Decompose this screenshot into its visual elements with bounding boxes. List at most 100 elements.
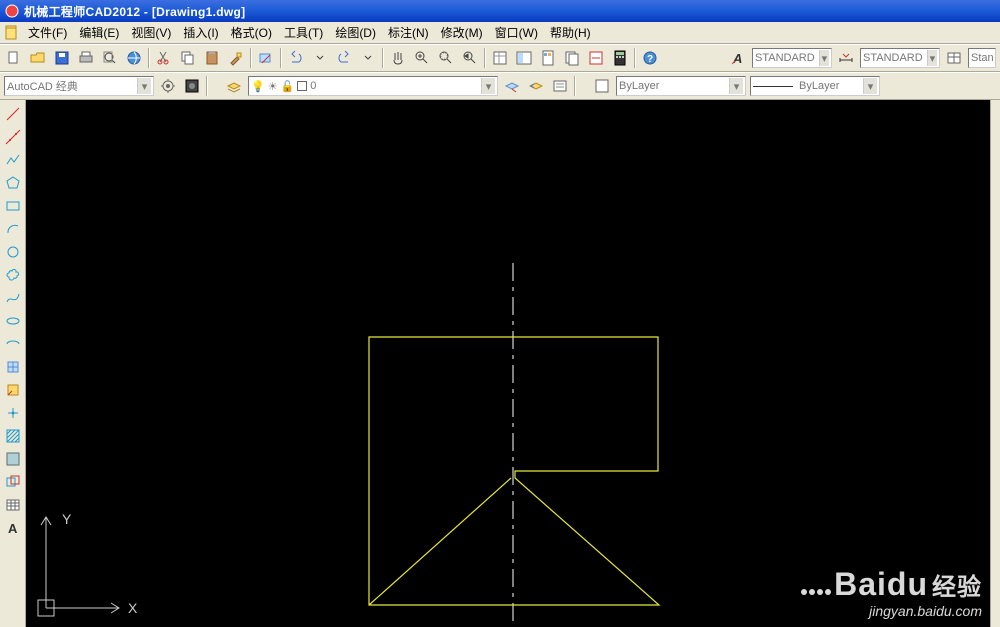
block-tool[interactable] <box>2 379 24 401</box>
color-combo[interactable]: ByLayer▾ <box>616 76 746 96</box>
arc-tool[interactable] <box>2 218 24 240</box>
app-icon <box>4 3 20 19</box>
menu-view[interactable]: 视图(V) <box>125 22 177 43</box>
menu-help[interactable]: 帮助(H) <box>544 22 597 43</box>
menu-dim[interactable]: 标注(N) <box>382 22 435 43</box>
spline-tool[interactable] <box>2 287 24 309</box>
circle-tool[interactable] <box>2 241 24 263</box>
drawing-diagonal <box>369 478 511 605</box>
titlebar-text: 机械工程师CAD2012 - [Drawing1.dwg] <box>24 3 245 20</box>
drawing-polyline <box>369 337 659 605</box>
layermatch-button[interactable] <box>501 75 523 97</box>
cut-button[interactable] <box>153 47 175 69</box>
menu-format[interactable]: 格式(O) <box>225 22 278 43</box>
region-tool[interactable] <box>2 471 24 493</box>
separator <box>484 48 486 68</box>
ellipse-tool[interactable] <box>2 310 24 332</box>
workspace-combo[interactable]: AutoCAD 经典▾ <box>4 76 154 96</box>
gradient-tool[interactable] <box>2 448 24 470</box>
insert-tool[interactable] <box>2 356 24 378</box>
revcloud-tool[interactable] <box>2 264 24 286</box>
sheetset-button[interactable] <box>561 47 583 69</box>
preview-button[interactable] <box>99 47 121 69</box>
drawing-svg: Y X <box>26 100 990 627</box>
model-canvas[interactable]: Y X Baidu 经验 jingyan.baidu.com <box>26 100 990 627</box>
lock-icon: 🔓 <box>281 80 295 93</box>
layerstate-button[interactable] <box>549 75 571 97</box>
hatch-tool[interactable] <box>2 425 24 447</box>
menu-insert[interactable]: 插入(I) <box>177 22 224 43</box>
rectangle-tool[interactable] <box>2 195 24 217</box>
matchprop-button[interactable] <box>225 47 247 69</box>
doc-icon <box>4 25 20 41</box>
linetype-combo[interactable]: ByLayer ▾ <box>750 76 880 96</box>
textstyle-icon[interactable]: A <box>727 47 749 69</box>
layer-combo[interactable]: 💡 ☀ 🔓 0 ▾ <box>248 76 498 96</box>
quickcalc-button[interactable] <box>609 47 631 69</box>
separator <box>634 48 636 68</box>
undo-dropdown[interactable] <box>309 47 331 69</box>
ellipsearc-tool[interactable] <box>2 333 24 355</box>
menu-draw[interactable]: 绘图(D) <box>329 22 382 43</box>
textstyle-value: STANDARD <box>755 52 815 64</box>
ucs-icon <box>38 517 119 616</box>
menu-modify[interactable]: 修改(M) <box>435 22 489 43</box>
properties-button[interactable] <box>489 47 511 69</box>
separator <box>280 48 282 68</box>
menu-edit[interactable]: 编辑(E) <box>73 22 125 43</box>
tablestyle-icon[interactable] <box>943 47 965 69</box>
mtext-tool[interactable]: A <box>2 517 24 539</box>
workspace-lock-icon[interactable] <box>181 75 203 97</box>
workspace-value: AutoCAD 经典 <box>7 78 78 94</box>
xline-tool[interactable] <box>2 126 24 148</box>
textstyle-combo[interactable]: STANDARD▾ <box>752 48 832 68</box>
zoom-prev-button[interactable] <box>459 47 481 69</box>
designcenter-button[interactable] <box>513 47 535 69</box>
tablestyle-combo[interactable]: Stan <box>968 48 996 68</box>
color-swatch <box>297 81 307 91</box>
layer-name: 0 <box>310 80 316 92</box>
sun-icon: ☀ <box>268 80 278 93</box>
save-button[interactable] <box>51 47 73 69</box>
point-tool[interactable] <box>2 402 24 424</box>
toolbar-layers: AutoCAD 经典▾ 💡 ☀ 🔓 0 ▾ ByLayer▾ ByLayer ▾ <box>0 72 1000 100</box>
workspace-settings-icon[interactable] <box>157 75 179 97</box>
menu-window[interactable]: 窗口(W) <box>489 22 544 43</box>
help-button[interactable]: ? <box>639 47 661 69</box>
toolpalettes-button[interactable] <box>537 47 559 69</box>
color-value: ByLayer <box>619 80 659 92</box>
redo-dropdown[interactable] <box>357 47 379 69</box>
bylayer-checkbox[interactable] <box>591 75 613 97</box>
blockedit-button[interactable] <box>255 47 277 69</box>
dimstyle-value: STANDARD <box>863 52 923 64</box>
new-button[interactable] <box>3 47 25 69</box>
redo-button[interactable] <box>333 47 355 69</box>
separator <box>206 76 208 96</box>
line-tool[interactable] <box>2 103 24 125</box>
svg-text:A: A <box>8 521 18 536</box>
zoom-window-button[interactable] <box>435 47 457 69</box>
open-button[interactable] <box>27 47 49 69</box>
right-panel <box>990 100 1000 627</box>
table-tool[interactable] <box>2 494 24 516</box>
dimstyle-icon[interactable] <box>835 47 857 69</box>
menu-file[interactable]: 文件(F) <box>22 22 73 43</box>
pline-tool[interactable] <box>2 149 24 171</box>
dimstyle-combo[interactable]: STANDARD▾ <box>860 48 940 68</box>
pan-button[interactable] <box>387 47 409 69</box>
copy-button[interactable] <box>177 47 199 69</box>
publish-button[interactable] <box>123 47 145 69</box>
paste-button[interactable] <box>201 47 223 69</box>
markup-button[interactable] <box>585 47 607 69</box>
layerprops-button[interactable] <box>223 75 245 97</box>
titlebar: 机械工程师CAD2012 - [Drawing1.dwg] <box>0 0 1000 22</box>
polygon-tool[interactable] <box>2 172 24 194</box>
menu-tools[interactable]: 工具(T) <box>278 22 329 43</box>
undo-button[interactable] <box>285 47 307 69</box>
separator <box>574 76 576 96</box>
layerprev-button[interactable] <box>525 75 547 97</box>
menubar: 文件(F) 编辑(E) 视图(V) 插入(I) 格式(O) 工具(T) 绘图(D… <box>0 22 1000 44</box>
draw-toolbar: A <box>0 100 26 627</box>
plot-button[interactable] <box>75 47 97 69</box>
zoom-realtime-button[interactable] <box>411 47 433 69</box>
